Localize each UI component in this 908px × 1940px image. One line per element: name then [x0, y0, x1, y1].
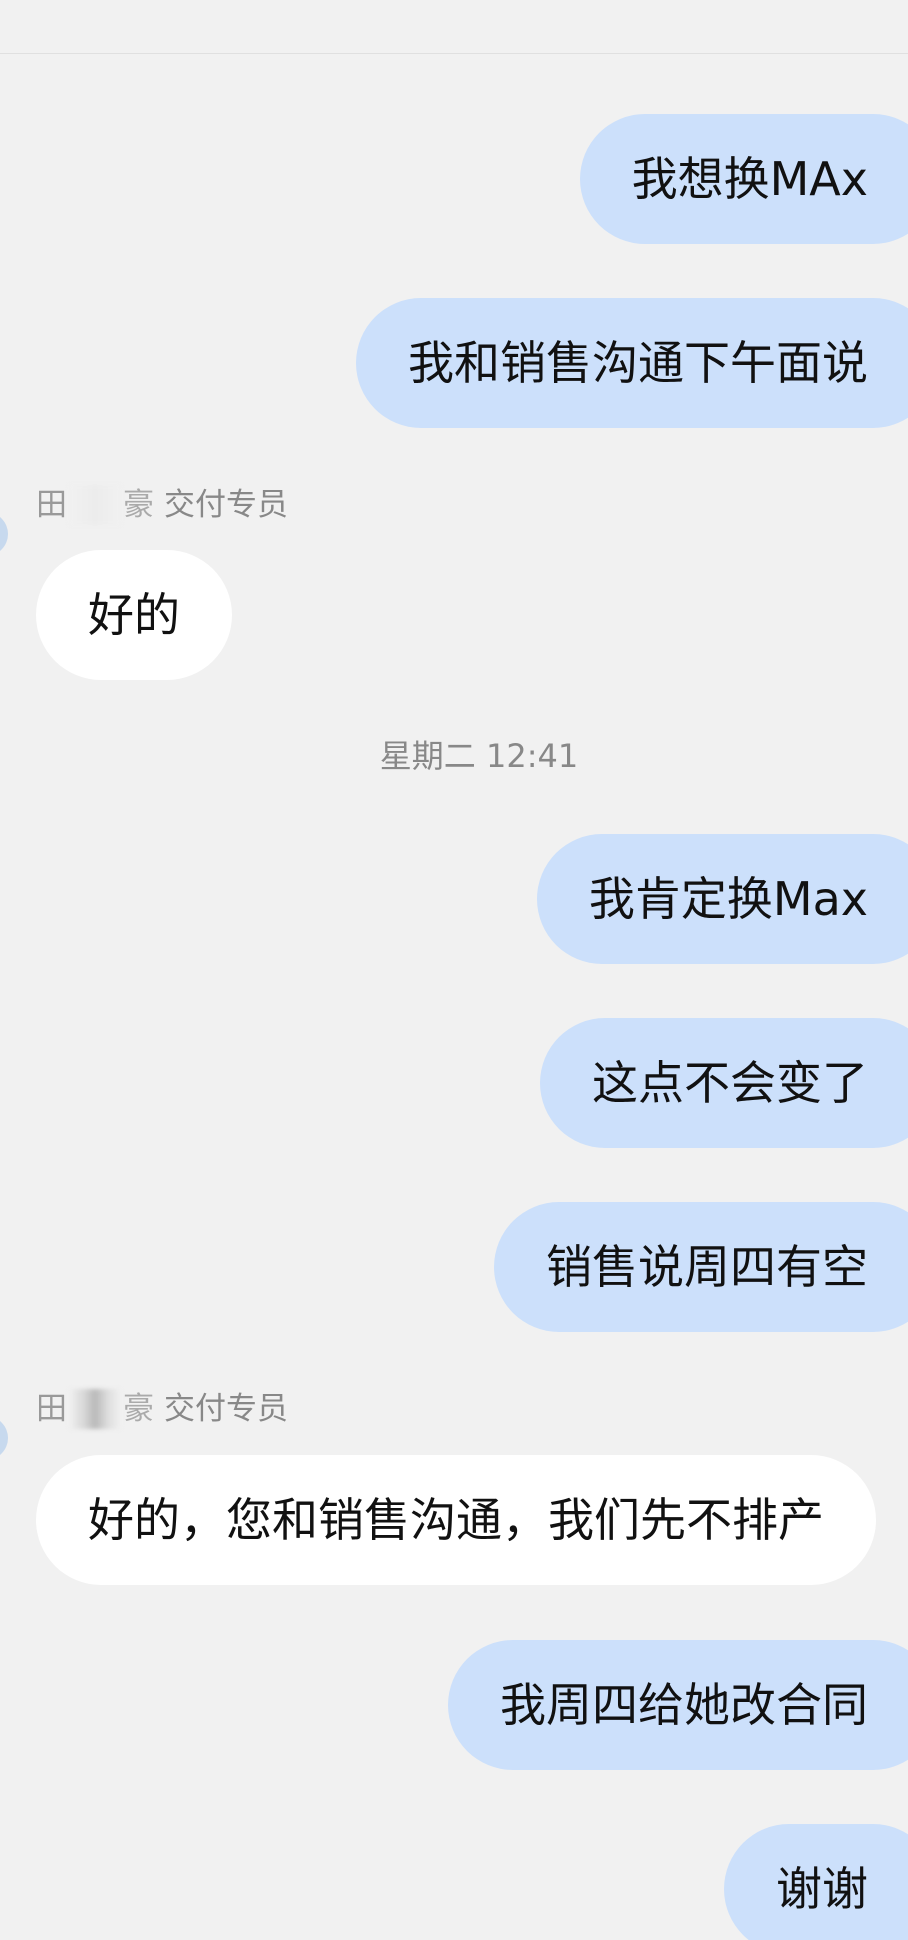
message-text: 我周四给她改合同: [500, 1678, 868, 1732]
outgoing-message-bubble[interactable]: 我和销售沟通下午面说: [356, 298, 908, 428]
outgoing-message-bubble[interactable]: 这点不会变了: [540, 1018, 908, 1148]
sender-avatar[interactable]: [0, 512, 8, 556]
outgoing-message-bubble[interactable]: 我肯定换Max: [536, 834, 908, 964]
sender-role: 交付专员: [164, 1391, 288, 1427]
sender-name: 田 豪 交付专员: [36, 1389, 288, 1429]
message-text: 销售说周四有空: [546, 1240, 868, 1294]
message-timestamp: 星期二 12:41: [379, 737, 579, 775]
outgoing-message-bubble[interactable]: 销售说周四有空: [494, 1202, 908, 1332]
outgoing-message-bubble[interactable]: 谢谢: [724, 1824, 908, 1940]
sender-surname: 田: [36, 1391, 67, 1427]
sender-role: 交付专员: [164, 487, 288, 523]
sender-avatar[interactable]: [0, 1416, 8, 1460]
message-text: 谢谢: [776, 1862, 868, 1916]
sender-name-tail: 豪: [123, 1391, 154, 1427]
message-text: 我和销售沟通下午面说: [408, 336, 868, 390]
header-divider: [0, 53, 908, 54]
incoming-message-bubble[interactable]: 好的，您和销售沟通，我们先不排产: [36, 1455, 876, 1585]
outgoing-message-bubble[interactable]: 我周四给她改合同: [448, 1640, 908, 1770]
message-text: 好的: [88, 588, 180, 642]
outgoing-message-bubble[interactable]: 我想换MAx: [579, 114, 908, 244]
message-text: 我肯定换Max: [588, 872, 868, 926]
chat-screen: 我想换MAx 我和销售沟通下午面说 田 豪 交付专员 好的 星期二 12:41 …: [0, 0, 908, 1940]
message-text: 好的，您和销售沟通，我们先不排产: [88, 1493, 824, 1547]
message-text: 这点不会变了: [592, 1056, 868, 1110]
incoming-message-bubble[interactable]: 好的: [36, 550, 232, 680]
redacted-name-mask: [69, 485, 121, 525]
sender-name: 田 豪 交付专员: [36, 485, 288, 525]
sender-surname: 田: [36, 487, 67, 523]
redacted-name-mask: [69, 1389, 121, 1429]
message-text: 我想换MAx: [631, 152, 868, 206]
sender-name-tail: 豪: [123, 487, 154, 523]
